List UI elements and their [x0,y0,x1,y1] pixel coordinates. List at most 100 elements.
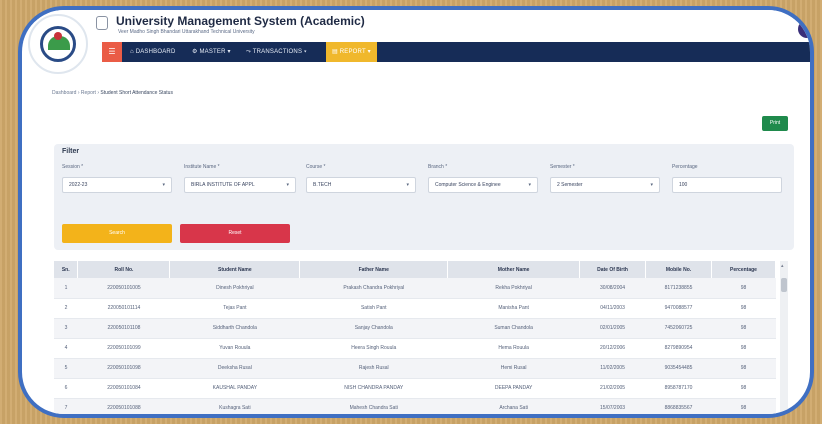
cell-mother-name: Hemi Rusal [447,358,580,379]
percentage-input[interactable]: 100 [672,177,782,193]
cell-roll-no: 220050101099 [77,338,170,359]
branch-label: Branch * [428,164,448,170]
scroll-thumb[interactable] [781,278,787,292]
col-father-name[interactable]: Father Name [299,261,449,278]
cell-roll-no: 220050101098 [77,358,170,379]
table-row: 5 220050101098 Deeksha Rusal Rajesh Rusa… [54,358,776,379]
session-select[interactable]: 2022-23 ▾ [62,177,172,193]
cell-mobile: 9470088577 [645,298,712,319]
branch-select[interactable]: Computer Science & Enginee ▾ [428,177,538,193]
cell-mother-name: Rekha Pokhriyal [447,278,580,299]
attendance-table-container: Sn. Roll No. Student Name Father Name Mo… [54,261,794,414]
breadcrumb-home[interactable]: Dashboard [52,90,76,96]
cell-father-name: Rajesh Rusal [299,358,448,379]
col-roll-no[interactable]: Roll No. [77,261,171,278]
cell-dob: 15/07/2003 [579,398,646,414]
cell-roll-no: 220050101005 [77,278,170,299]
table-row: 3 220050101108 Siddharth Chandola Sanjay… [54,318,776,339]
cell-roll-no: 220050101084 [77,378,170,399]
cell-sn: 3 [54,318,78,339]
cell-student-name: Deeksha Rusal [169,358,300,379]
table-row: 6 220050101084 KAUSHAL PANDAY NISH CHAND… [54,378,776,399]
cell-percentage: 98 [711,378,776,399]
cell-roll-no: 220050101088 [77,398,170,414]
semester-label: Semester * [550,164,575,170]
percentage-label: Percentage [672,164,698,170]
app-header: University Management System (Academic) … [22,10,810,74]
col-percentage[interactable]: Percentage [711,261,777,278]
cell-father-name: NISH CHANDRA PANDAY [299,378,448,399]
col-mobile[interactable]: Mobile No. [645,261,712,278]
cell-father-name: Heera Singh Rouula [299,338,448,359]
cell-mother-name: DEEPA PANDAY [447,378,580,399]
table-row: 1 220050101005 Dinesh Pokhriyal Prakash … [54,278,776,299]
nav-master[interactable]: ⚙ MASTER ▾ [192,42,231,62]
cell-mother-name: Manisha Pant [447,298,580,319]
reset-button[interactable]: Reset [180,224,290,243]
print-button[interactable]: Print [762,116,788,131]
cell-dob: 11/02/2005 [579,358,646,379]
cell-mother-name: Hema Rouula [447,338,580,359]
course-label: Course * [306,164,326,170]
cell-sn: 4 [54,338,78,359]
semester-select[interactable]: 2 Semester ▾ [550,177,660,193]
cell-sn: 5 [54,358,78,379]
cell-percentage: 98 [711,278,776,299]
col-sn[interactable]: Sn. [54,261,79,278]
cell-mother-name: Suman Chandola [447,318,580,339]
cell-dob: 30/08/2004 [579,278,646,299]
cell-percentage: 98 [711,338,776,359]
chevron-down-icon: ▾ [528,182,531,188]
session-value: 2022-23 [69,182,88,188]
user-avatar[interactable]: V [798,20,810,38]
app-subtitle: Veer Madho Singh Bhandari Uttarakhand Te… [118,29,255,35]
cell-sn: 6 [54,378,78,399]
cell-mother-name: Archana Sati [447,398,580,414]
cell-mobile: 8279890954 [645,338,712,359]
nav-report[interactable]: ▤ REPORT ▾ [326,42,377,62]
app-icon [96,16,108,30]
cell-sn: 2 [54,298,78,319]
cell-student-name: Yuvan Rouula [169,338,300,359]
app-title: University Management System (Academic) [116,14,365,28]
cell-sn: 1 [54,278,78,299]
search-button[interactable]: Search [62,224,172,243]
cell-roll-no: 220050101108 [77,318,170,339]
col-student-name[interactable]: Student Name [169,261,301,278]
semester-value: 2 Semester [557,182,583,188]
cell-percentage: 98 [711,298,776,319]
nav-transactions[interactable]: ⤳ TRANSACTIONS ▾ [246,42,307,62]
col-dob[interactable]: Date Of Birth [579,261,647,278]
cell-father-name: Mahesh Chandra Sati [299,398,448,414]
col-mother-name[interactable]: Mother Name [447,261,581,278]
chevron-down-icon: ▾ [650,182,653,188]
course-select[interactable]: B.TECH ▾ [306,177,416,193]
nav-dashboard[interactable]: ⌂ DASHBOARD [130,42,176,62]
cell-student-name: Tejas Pant [169,298,300,319]
branch-value: Computer Science & Enginee [435,182,501,188]
course-value: B.TECH [313,182,332,188]
cell-mobile: 9035454485 [645,358,712,379]
chevron-down-icon: ▾ [286,182,289,188]
cell-percentage: 98 [711,398,776,414]
filter-panel: Filter Session * 2022-23 ▾ Institute Nam… [54,144,794,250]
menu-icon[interactable]: ☰ [102,42,122,62]
breadcrumb: Dashboard › Report › Student Short Atten… [52,90,173,96]
university-logo [28,14,88,74]
cell-sn: 7 [54,398,78,414]
institute-select[interactable]: BIRLA INSTITUTE OF APPL ▾ [184,177,296,193]
institute-label: Institute Name * [184,164,220,170]
cell-student-name: KAUSHAL PANDAY [169,378,300,399]
table-scrollbar[interactable]: ▴ [780,261,788,414]
chevron-down-icon: ▾ [162,182,165,188]
cell-mobile: 8868835567 [645,398,712,414]
cell-roll-no: 220050101114 [77,298,170,319]
table-row: 2 220050101114 Tejas Pant Satish Pant Ma… [54,298,776,319]
scroll-up-icon[interactable]: ▴ [781,263,784,269]
table-row: 7 220050101088 Kushagra Sati Mahesh Chan… [54,398,776,414]
breadcrumb-section[interactable]: Report [81,90,96,96]
cell-student-name: Kushagra Sati [169,398,300,414]
institute-value: BIRLA INSTITUTE OF APPL [191,182,255,188]
cell-percentage: 98 [711,358,776,379]
chevron-down-icon: ▾ [406,182,409,188]
